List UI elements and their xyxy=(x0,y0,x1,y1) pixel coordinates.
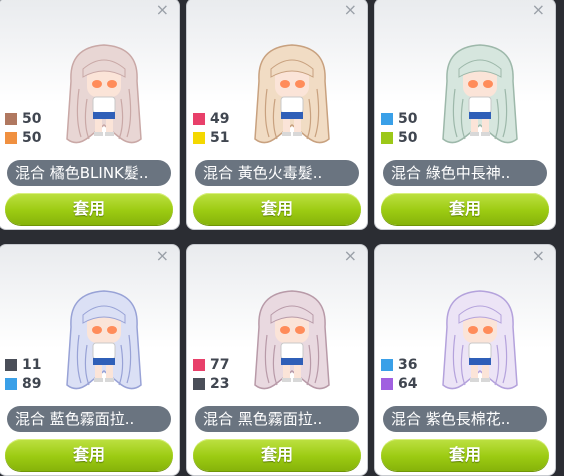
color-mix-info: 36 64 xyxy=(381,355,417,393)
close-icon[interactable]: × xyxy=(344,248,357,264)
close-icon[interactable]: × xyxy=(156,2,169,18)
hair-card: × 50 50 混合 綠色中長神.. 套用 xyxy=(374,0,556,230)
mix-percentage: 50 xyxy=(22,110,42,127)
hair-name-label: 混合 橘色BLINK髮.. xyxy=(7,160,171,186)
mix-percentage: 50 xyxy=(22,129,42,146)
color-mix-info: 11 89 xyxy=(5,355,41,393)
mix-percentage: 11 xyxy=(22,356,42,373)
hair-card: × 50 50 混合 橘色BLINK髮.. 套用 xyxy=(0,0,180,230)
character-avatar xyxy=(442,44,518,144)
hair-card: × 11 89 混合 藍色霧面拉.. 套用 xyxy=(0,244,180,476)
character-avatar xyxy=(66,290,142,390)
color-swatch xyxy=(193,358,205,371)
color-mix-info: 50 50 xyxy=(381,109,417,147)
hair-name-label: 混合 藍色霧面拉.. xyxy=(7,406,171,432)
apply-button[interactable]: 套用 xyxy=(193,193,361,225)
apply-button[interactable]: 套用 xyxy=(5,439,173,471)
mix-percentage: 89 xyxy=(22,375,42,392)
mix-percentage: 51 xyxy=(210,129,230,146)
close-icon[interactable]: × xyxy=(344,2,357,18)
hair-name-label: 混合 紫色長棉花.. xyxy=(383,406,547,432)
mix-percentage: 49 xyxy=(210,110,230,127)
color-swatch xyxy=(5,112,17,125)
hair-name-label: 混合 黑色霧面拉.. xyxy=(195,406,359,432)
apply-button[interactable]: 套用 xyxy=(381,193,549,225)
color-swatch xyxy=(5,358,17,371)
hair-card: × 36 64 混合 紫色長棉花.. 套用 xyxy=(374,244,556,476)
color-swatch xyxy=(193,377,205,390)
color-swatch xyxy=(381,112,393,125)
apply-button[interactable]: 套用 xyxy=(5,193,173,225)
hair-name-label: 混合 綠色中長神.. xyxy=(383,160,547,186)
color-mix-info: 49 51 xyxy=(193,109,229,147)
color-swatch xyxy=(381,377,393,390)
hair-card: × 49 51 混合 黃色火毒髮.. 套用 xyxy=(186,0,368,230)
color-swatch xyxy=(5,131,17,144)
close-icon[interactable]: × xyxy=(532,248,545,264)
mix-percentage: 77 xyxy=(210,356,230,373)
mix-percentage: 50 xyxy=(398,110,418,127)
color-mix-info: 50 50 xyxy=(5,109,41,147)
apply-button[interactable]: 套用 xyxy=(381,439,549,471)
mix-percentage: 64 xyxy=(398,375,418,392)
color-swatch xyxy=(381,131,393,144)
mix-percentage: 36 xyxy=(398,356,418,373)
color-swatch xyxy=(5,377,17,390)
color-swatch xyxy=(193,112,205,125)
close-icon[interactable]: × xyxy=(532,2,545,18)
hair-name-label: 混合 黃色火毒髮.. xyxy=(195,160,359,186)
character-avatar xyxy=(254,290,330,390)
mix-percentage: 50 xyxy=(398,129,418,146)
color-swatch xyxy=(193,131,205,144)
color-mix-info: 77 23 xyxy=(193,355,229,393)
apply-button[interactable]: 套用 xyxy=(193,439,361,471)
character-avatar xyxy=(254,44,330,144)
mix-percentage: 23 xyxy=(210,375,230,392)
close-icon[interactable]: × xyxy=(156,248,169,264)
character-avatar xyxy=(66,44,142,144)
character-avatar xyxy=(442,290,518,390)
hair-card: × 77 23 混合 黑色霧面拉.. 套用 xyxy=(186,244,368,476)
color-swatch xyxy=(381,358,393,371)
